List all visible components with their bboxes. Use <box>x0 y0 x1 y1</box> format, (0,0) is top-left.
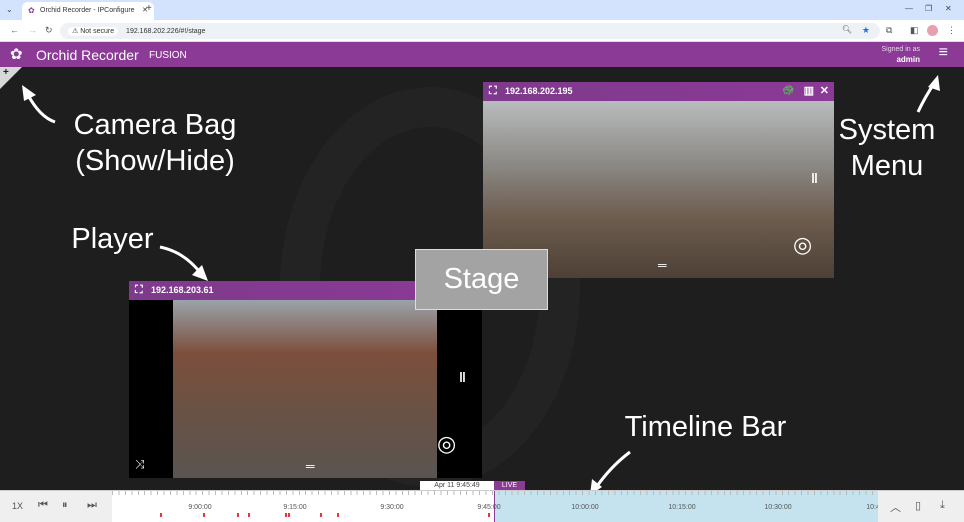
orchid-logo-icon: ✿ <box>10 46 23 63</box>
browser-tab[interactable]: ✿ Orchid Recorder - IPConfigure ✕ <box>22 2 154 20</box>
timeline-track[interactable]: 9:00:00 9:15:00 9:30:00 9:45:00 10:00:00 10:1… <box>112 491 878 522</box>
bookmark-star-icon[interactable]: ★ <box>862 25 870 36</box>
event-marker[interactable] <box>288 513 290 517</box>
side-panel-icon[interactable]: ◧ <box>910 25 919 36</box>
app-name: Orchid Recorder <box>36 47 139 63</box>
timeline-bar: 1X ⏮︎ ⏸︎ ⏭︎ 9:00:00 9:15:00 9:30:00 9:45:00… <box>0 490 964 522</box>
orchid-favicon-icon: ✿ <box>28 6 35 15</box>
forward-icon[interactable]: → <box>28 25 37 35</box>
timeline-label: 9:00:00 <box>188 504 212 511</box>
browser-tab-strip: ⌄ ✿ Orchid Recorder - IPConfigure ✕ + — … <box>0 0 964 20</box>
pause-icon[interactable]: ⏸︎ <box>62 499 68 512</box>
extensions-icon[interactable]: ⧉ <box>886 25 892 36</box>
url-input[interactable]: ⚠ Not secure 192.168.202.226/#!/stage ★ … <box>60 23 880 39</box>
event-marker[interactable] <box>248 513 250 517</box>
new-tab-button[interactable]: + <box>146 3 152 14</box>
annotation-arrows <box>22 75 940 490</box>
timeline-label: 10:30:00 <box>764 504 792 511</box>
timeline-label: 10:00:00 <box>571 504 599 511</box>
timeline-label: 10:15:00 <box>668 504 696 511</box>
security-label: Not secure <box>80 28 115 35</box>
skip-back-icon[interactable]: ⏮︎ <box>38 499 48 512</box>
minimize-icon[interactable]: — <box>905 4 913 13</box>
calendar-icon[interactable]: ▯ <box>915 499 921 512</box>
system-menu-button[interactable]: ≡ <box>939 44 948 62</box>
timeline-ticks <box>112 491 878 495</box>
event-marker[interactable] <box>320 513 322 517</box>
event-marker[interactable] <box>160 513 162 517</box>
close-window-icon[interactable]: ✕ <box>945 4 952 13</box>
event-marker[interactable] <box>203 513 205 517</box>
skip-forward-icon[interactable]: ⏭︎ <box>87 499 97 512</box>
address-bar-row: ← → ↻ ⚠ Not secure 192.168.202.226/#!/st… <box>0 20 964 42</box>
download-icon[interactable]: ⤓ <box>940 499 945 512</box>
event-marker[interactable] <box>285 513 287 517</box>
security-chip[interactable]: ⚠ Not secure <box>68 27 119 36</box>
playback-speed-button[interactable]: 1X <box>12 501 23 511</box>
zoom-icon[interactable]: 🔍︎ <box>842 25 852 34</box>
event-marker[interactable] <box>237 513 239 517</box>
signed-in-label: Signed in as <box>881 46 920 53</box>
timeline-label: 9:15:00 <box>283 504 307 511</box>
timeline-label: 10:45 <box>866 504 878 511</box>
url-text: 192.168.202.226/#!/stage <box>126 28 206 35</box>
tab-list-icon[interactable]: ⌄ <box>6 5 13 14</box>
profile-avatar[interactable] <box>927 25 938 36</box>
username: admin <box>896 55 920 64</box>
app-edition: FUSION <box>149 50 187 61</box>
browser-menu-icon[interactable]: ⋮ <box>947 25 956 36</box>
tab-title: Orchid Recorder - IPConfigure <box>40 7 135 14</box>
app-header: ✿ Orchid Recorder FUSION Signed in as ad… <box>0 42 964 67</box>
back-icon[interactable]: ← <box>10 25 19 35</box>
expand-up-icon[interactable]: ︿ <box>890 499 901 515</box>
reload-icon[interactable]: ↻ <box>45 25 53 36</box>
timeline-label: 9:45:00 <box>477 504 501 511</box>
event-marker[interactable] <box>337 513 339 517</box>
timeline-label: 9:30:00 <box>380 504 404 511</box>
event-marker[interactable] <box>488 513 490 517</box>
stage: + ⛶ 192.168.202.195 🐢︎ ▥ ✕ ‖ ◎ ═ ⛶ 192.1… <box>0 67 964 490</box>
restore-icon[interactable]: ❐ <box>925 4 932 13</box>
